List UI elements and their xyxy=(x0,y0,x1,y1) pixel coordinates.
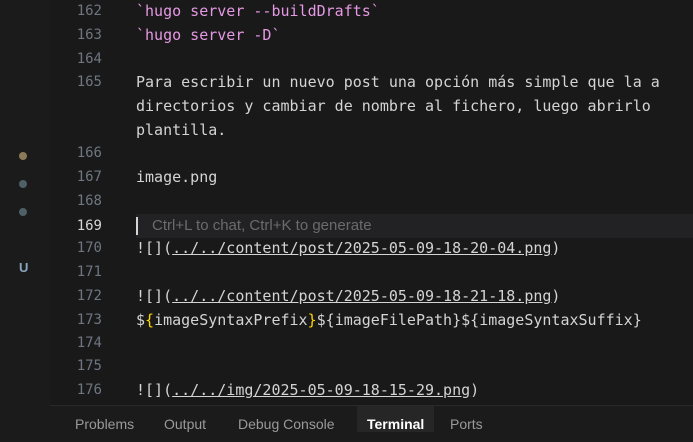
line-number: 172 xyxy=(76,288,102,304)
image-path-link[interactable]: ../../content/post/2025-05-09-18-20-04.p… xyxy=(172,239,551,257)
template-brace: { xyxy=(470,311,480,329)
image-syntax-prefix: ![]( xyxy=(136,287,173,305)
template-brace: } xyxy=(307,311,317,329)
line-number: 166 xyxy=(76,145,102,161)
line-text: image.png xyxy=(136,168,218,186)
template-variable: imageFilePath xyxy=(334,311,453,329)
line-text: `hugo server -D` xyxy=(136,26,281,44)
change-marker-dot[interactable] xyxy=(19,152,27,160)
tab-problems[interactable]: Problems xyxy=(75,406,134,432)
line-number: 164 xyxy=(76,51,102,67)
line-text: Para escribir un nuevo post una opción m… xyxy=(136,73,660,91)
editor-line: 172 ![](../../content/post/2025-05-09-18… xyxy=(50,284,693,308)
image-path-link[interactable]: ../../content/post/2025-05-09-18-21-18.p… xyxy=(172,287,551,305)
image-syntax-suffix: ) xyxy=(470,381,480,399)
editor-line: 170 ![](../../content/post/2025-05-09-18… xyxy=(50,236,693,260)
editor-line: 173 ${imageSyntaxPrefix}${imageFilePath}… xyxy=(50,308,693,332)
editor-line: 163 `hugo server -D` xyxy=(50,23,693,47)
template-variable: imageSyntaxPrefix xyxy=(154,311,308,329)
line-number: 167 xyxy=(76,169,102,185)
line-text: ![](../../img/2025-05-09-18-15-29.png) xyxy=(136,378,479,402)
editor-line-wrapped: 165 Para escribir un nuevo post una opci… xyxy=(50,70,693,142)
line-number: 175 xyxy=(76,358,102,374)
image-syntax-suffix: ) xyxy=(551,239,561,257)
editor-line: 162 `hugo server --buildDrafts` xyxy=(50,0,693,23)
image-syntax-prefix: ![]( xyxy=(136,381,173,399)
editor-line: 176 ![](../../img/2025-05-09-18-15-29.pn… xyxy=(50,378,693,402)
left-gutter-strip: U xyxy=(0,0,50,431)
line-text-wrap: directorios y cambiar de nombre al fiche… xyxy=(136,97,651,115)
line-number: 168 xyxy=(76,193,102,209)
template-dollar: $ xyxy=(136,311,146,329)
image-syntax-suffix: ) xyxy=(551,287,561,305)
template-variable: imageSyntaxSuffix xyxy=(479,311,633,329)
image-path-link[interactable]: ../../img/2025-05-09-18-15-29.png xyxy=(172,381,470,399)
change-marker-dot[interactable] xyxy=(19,180,27,188)
tab-terminal[interactable]: Terminal xyxy=(357,406,435,432)
bottom-panel-tabbar: Problems Output Debug Console Terminal P… xyxy=(50,405,693,432)
line-number: 174 xyxy=(76,335,102,351)
tab-ports[interactable]: Ports xyxy=(450,406,483,432)
line-text: ![](../../content/post/2025-05-09-18-21-… xyxy=(136,284,560,308)
current-line-hint[interactable]: Ctrl+L to chat, Ctrl+K to generate xyxy=(136,214,693,238)
line-number: 165 xyxy=(76,74,102,90)
line-number: 163 xyxy=(76,27,102,43)
template-brace: { xyxy=(325,311,335,329)
ai-hint-text: Ctrl+L to chat, Ctrl+K to generate xyxy=(152,217,372,234)
tab-output[interactable]: Output xyxy=(164,406,206,432)
template-brace: { xyxy=(145,311,155,329)
template-dollar: $ xyxy=(316,311,326,329)
template-brace: } xyxy=(452,311,462,329)
change-marker-dot[interactable] xyxy=(19,208,27,216)
line-number-active: 169 xyxy=(76,218,102,234)
editor-line: 164 xyxy=(50,47,693,71)
line-number: 171 xyxy=(76,264,102,280)
template-brace: } xyxy=(632,311,642,329)
line-number: 176 xyxy=(76,382,102,398)
line-number: 170 xyxy=(76,240,102,256)
editor-line: 174 xyxy=(50,331,693,355)
line-text-wrap: plantilla. xyxy=(136,121,227,139)
untracked-status-badge: U xyxy=(19,260,29,275)
line-text: ![](../../content/post/2025-05-09-18-20-… xyxy=(136,236,560,260)
text-cursor xyxy=(136,217,138,235)
editor-line: 167 image.png xyxy=(50,165,693,189)
image-syntax-prefix: ![]( xyxy=(136,239,173,257)
line-number: 162 xyxy=(76,3,102,19)
editor-line: 166 xyxy=(50,141,693,165)
template-dollar: $ xyxy=(461,311,471,329)
tab-debug-console[interactable]: Debug Console xyxy=(238,406,335,432)
code-editor[interactable]: 162 `hugo server --buildDrafts` 163 `hug… xyxy=(50,0,693,405)
editor-line: 171 xyxy=(50,260,693,284)
line-text: ${imageSyntaxPrefix}${imageFilePath}${im… xyxy=(136,308,642,332)
line-number: 173 xyxy=(76,312,102,328)
line-text: `hugo server --buildDrafts` xyxy=(136,2,380,20)
editor-line: 175 xyxy=(50,354,693,378)
editor-line: 168 xyxy=(50,189,693,213)
